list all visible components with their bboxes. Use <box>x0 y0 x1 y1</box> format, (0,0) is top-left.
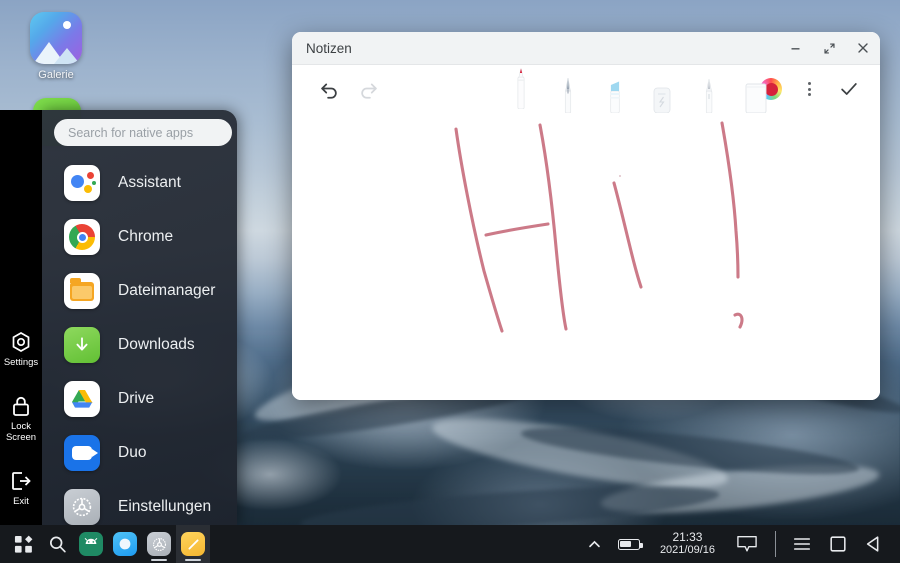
system-tray: 21:33 2021/09/16 <box>579 525 900 563</box>
handwriting-strokes <box>454 121 744 333</box>
search-icon <box>49 536 66 552</box>
app-item-label: Duo <box>118 444 147 461</box>
chevron-up-icon <box>589 540 600 547</box>
tray-battery[interactable] <box>610 525 648 563</box>
tool-fountain-pen[interactable] <box>544 65 591 113</box>
app-item-assistant[interactable]: Assistant <box>42 156 237 210</box>
screen-root: Galerie Settings Lock Screen Exit Search… <box>0 0 900 563</box>
desktop-icon-galerie[interactable]: Galerie <box>22 12 90 81</box>
google-drive-icon <box>64 381 100 417</box>
left-rail: Settings Lock Screen Exit <box>0 110 42 525</box>
close-icon[interactable] <box>846 32 880 65</box>
app-item-einstellungen[interactable]: Einstellungen <box>42 480 237 525</box>
app-list: Assistant Chrome Dateimanager Downloads … <box>42 148 237 525</box>
taskbar-app-android[interactable] <box>74 525 108 563</box>
chat-bubble-icon <box>737 536 757 552</box>
maximize-icon[interactable] <box>812 32 846 65</box>
gallery-image-icon <box>30 12 82 64</box>
app-item-drive[interactable]: Drive <box>42 372 237 426</box>
taskbar-app-notizen[interactable] <box>176 525 210 563</box>
rail-item-settings[interactable]: Settings <box>0 330 42 368</box>
tool-marker-pen[interactable] <box>497 65 544 113</box>
app-item-duo[interactable]: Duo <box>42 426 237 480</box>
tray-clock[interactable]: 21:33 2021/09/16 <box>648 531 727 557</box>
window-titlebar[interactable]: Notizen <box>292 32 880 65</box>
download-arrow-icon <box>64 327 100 363</box>
app-item-label: Drive <box>118 390 155 407</box>
rail-item-exit[interactable]: Exit <box>0 469 42 507</box>
desktop-icon-label: Galerie <box>38 69 74 81</box>
settings-app-icon <box>147 532 171 556</box>
taskbar-all-apps-button[interactable] <box>6 525 40 563</box>
stray-dot <box>619 175 621 177</box>
rail-item-label: Lock Screen <box>5 421 37 443</box>
nav-back-button[interactable] <box>856 525 892 563</box>
running-indicator <box>185 559 201 561</box>
blue-app-icon <box>113 532 137 556</box>
minimize-icon[interactable] <box>778 32 812 65</box>
tray-expand-button[interactable] <box>579 525 610 563</box>
app-item-label: Downloads <box>118 336 195 353</box>
tray-divider <box>775 531 776 557</box>
nav-recents-button[interactable] <box>784 525 820 563</box>
notizen-window: Notizen <box>292 32 880 400</box>
recents-icon <box>793 538 811 550</box>
app-item-label: Assistant <box>118 174 181 191</box>
folder-icon <box>64 273 100 309</box>
clock-date: 2021/09/16 <box>659 544 715 556</box>
back-triangle-icon <box>866 536 879 552</box>
app-item-label: Chrome <box>118 228 174 245</box>
rail-item-label: Settings <box>3 357 39 368</box>
exit-arrow-icon <box>9 469 33 493</box>
window-title: Notizen <box>306 40 352 56</box>
home-square-icon <box>830 536 846 552</box>
tray-messages-button[interactable] <box>727 525 767 563</box>
search-container <box>42 110 237 148</box>
notes-app-icon <box>181 532 205 556</box>
drawing-canvas[interactable] <box>292 113 880 400</box>
app-item-label: Dateimanager <box>118 282 216 299</box>
rail-item-label: Exit <box>13 496 29 507</box>
rail-item-lock-screen[interactable]: Lock Screen <box>0 394 42 443</box>
undo-icon[interactable] <box>314 78 344 100</box>
tool-paper-sheet[interactable] <box>732 65 779 113</box>
mountain-shape <box>54 48 80 64</box>
window-controls <box>778 32 880 65</box>
google-assistant-icon <box>64 165 100 201</box>
video-camera-icon <box>64 435 100 471</box>
tool-highlighter[interactable] <box>591 65 638 113</box>
taskbar: 21:33 2021/09/16 <box>0 525 900 563</box>
checkmark-icon[interactable] <box>836 75 862 103</box>
gear-icon <box>64 489 100 525</box>
drawing-toolbar <box>292 65 880 113</box>
tool-eraser[interactable] <box>638 65 685 113</box>
clock-time: 21:33 <box>672 530 703 544</box>
all-apps-grid-icon <box>14 535 32 553</box>
search-input[interactable] <box>54 119 232 146</box>
taskbar-search-button[interactable] <box>40 525 74 563</box>
chrome-icon <box>64 219 100 255</box>
nav-home-button[interactable] <box>820 525 856 563</box>
taskbar-app-settings[interactable] <box>142 525 176 563</box>
app-item-label: Einstellungen <box>118 498 212 515</box>
pen-tool-group <box>497 65 779 113</box>
taskbar-app-blue[interactable] <box>108 525 142 563</box>
android-app-icon <box>79 532 103 556</box>
app-item-downloads[interactable]: Downloads <box>42 318 237 372</box>
app-launcher-panel: Assistant Chrome Dateimanager <box>42 110 237 525</box>
more-options-icon[interactable] <box>796 75 822 103</box>
app-item-chrome[interactable]: Chrome <box>42 210 237 264</box>
running-indicator <box>151 559 167 561</box>
settings-hex-icon <box>9 330 33 354</box>
tool-pencil[interactable] <box>685 65 732 113</box>
battery-icon <box>617 538 643 550</box>
app-item-dateimanager[interactable]: Dateimanager <box>42 264 237 318</box>
redo-icon[interactable] <box>354 78 384 100</box>
sun-shape <box>63 21 71 29</box>
padlock-icon <box>9 394 33 418</box>
